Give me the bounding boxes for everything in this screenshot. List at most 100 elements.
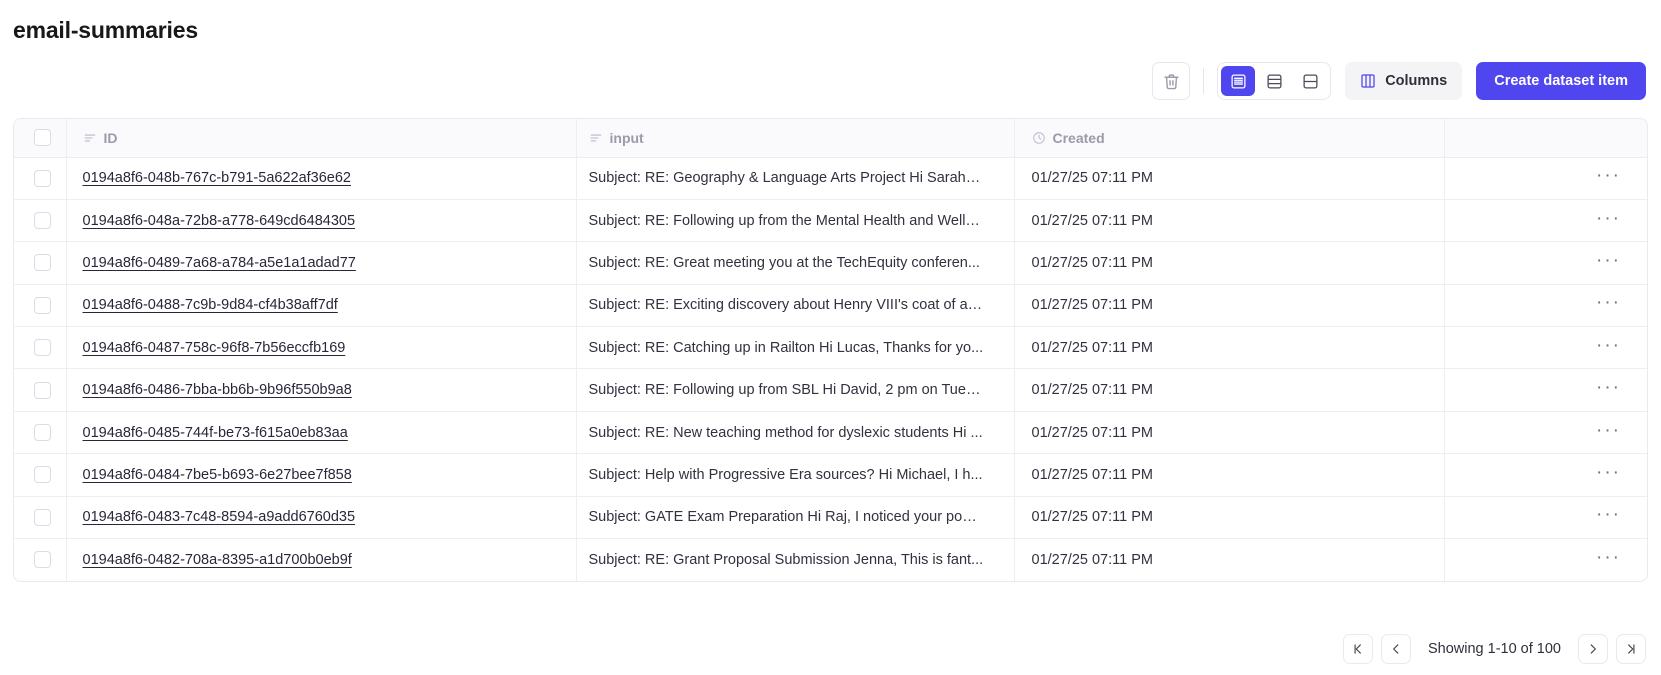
column-header-created[interactable]: Created — [1013, 119, 1444, 158]
row-id-link[interactable]: 0194a8f6-0486-7bba-bb6b-9b96f550b9a8 — [83, 382, 352, 398]
row-checkbox[interactable] — [34, 169, 51, 187]
row-actions-menu-button[interactable]: ··· — [1590, 504, 1627, 530]
row-id-link[interactable]: 0194a8f6-0484-7be5-b693-6e27bee7f858 — [83, 467, 352, 483]
toolbar-divider — [1203, 68, 1205, 94]
row-actions-cell: ··· — [1443, 326, 1647, 369]
table-row[interactable]: 0194a8f6-0485-744f-be73-f615a0eb83aa Subj… — [14, 410, 1647, 454]
text-lines-icon — [83, 131, 97, 145]
row-id-link[interactable]: 0194a8f6-0488-7c9b-9d84-cf4b38aff7df — [83, 297, 338, 313]
table-row[interactable]: 0194a8f6-0487-758c-96f8-7b56eccfb169 Subj… — [14, 326, 1647, 369]
row-id-link[interactable]: 0194a8f6-0489-7a68-a784-a5e1a1adad77 — [83, 255, 356, 271]
select-all-header — [14, 119, 66, 158]
row-checkbox[interactable] — [34, 424, 51, 442]
row-checkbox[interactable] — [34, 508, 51, 526]
row-actions-menu-button[interactable]: ··· — [1590, 250, 1627, 276]
row-height-large-button[interactable] — [1293, 66, 1327, 96]
row-created-text: 01/27/25 07:11 PM — [1031, 297, 1153, 314]
row-id-link[interactable]: 0194a8f6-048a-72b8-a778-649cd6484305 — [83, 213, 356, 229]
row-id-link[interactable]: 0194a8f6-048b-767c-b791-5a622af36e62 — [83, 170, 351, 186]
column-header-created-label: Created — [1052, 129, 1105, 146]
row-input-cell: Subject: Help with Progressive Era sourc… — [575, 453, 1014, 497]
table-row[interactable]: 0194a8f6-0482-708a-8395-a1d700b0eb9f Subj… — [14, 538, 1647, 581]
row-created-text: 01/27/25 07:11 PM — [1031, 382, 1153, 399]
table-row[interactable]: 0194a8f6-0488-7c9b-9d84-cf4b38aff7df Subj… — [14, 283, 1647, 327]
row-actions-menu-button[interactable]: ··· — [1590, 165, 1627, 191]
row-id-cell: 0194a8f6-0488-7c9b-9d84-cf4b38aff7df — [65, 283, 576, 327]
row-actions-cell: ··· — [1443, 495, 1647, 539]
table-row[interactable]: 0194a8f6-0486-7bba-bb6b-9b96f550b9a8 Subj… — [14, 368, 1647, 412]
row-checkbox[interactable] — [34, 254, 51, 272]
rows-large-icon — [1302, 73, 1319, 90]
text-lines-icon — [589, 131, 603, 145]
row-id-cell: 0194a8f6-048a-72b8-a778-649cd6484305 — [65, 198, 576, 242]
row-created-text: 01/27/25 07:11 PM — [1031, 424, 1153, 441]
row-select-cell — [14, 283, 66, 327]
delete-button[interactable] — [1152, 62, 1191, 100]
row-input-text: Subject: RE: Catching up in Railton Hi L… — [588, 339, 984, 356]
row-checkbox[interactable] — [34, 212, 51, 230]
columns-button[interactable]: Columns — [1345, 62, 1463, 100]
column-header-id[interactable]: ID — [65, 119, 576, 158]
create-dataset-item-button[interactable]: Create dataset item — [1476, 62, 1646, 100]
dataset-items-table: ID input Created 0194a8f6-048b-767c-b791… — [13, 118, 1648, 582]
dataset-items-page: email-summaries Columns Create dataset i… — [0, 0, 1661, 675]
last-page-button[interactable] — [1616, 634, 1646, 664]
row-select-cell — [14, 326, 66, 369]
chevron-right-icon — [1586, 642, 1600, 656]
row-input-text: Subject: RE: Great meeting you at the Te… — [588, 254, 980, 271]
table-row[interactable]: 0194a8f6-048b-767c-b791-5a622af36e62 Subj… — [14, 157, 1647, 200]
row-id-cell: 0194a8f6-0487-758c-96f8-7b56eccfb169 — [65, 326, 576, 369]
next-page-button[interactable] — [1578, 634, 1608, 664]
column-header-input[interactable]: input — [575, 119, 1014, 158]
row-actions-menu-button[interactable]: ··· — [1590, 547, 1627, 573]
row-input-text: Subject: RE: New teaching method for dys… — [588, 424, 983, 441]
row-input-text: Subject: RE: Geography & Language Arts P… — [588, 170, 984, 187]
row-id-link[interactable]: 0194a8f6-0483-7c48-8594-a9add6760d35 — [83, 509, 356, 525]
row-checkbox[interactable] — [34, 296, 51, 314]
row-select-cell — [14, 198, 66, 242]
table-row[interactable]: 0194a8f6-0483-7c48-8594-a9add6760d35 Subj… — [14, 495, 1647, 539]
row-id-link[interactable]: 0194a8f6-0482-708a-8395-a1d700b0eb9f — [83, 552, 352, 568]
chevron-left-icon — [1389, 642, 1403, 656]
row-created-cell: 01/27/25 07:11 PM — [1013, 241, 1444, 285]
row-created-cell: 01/27/25 07:11 PM — [1013, 198, 1444, 242]
row-input-text: Subject: RE: Grant Proposal Submission J… — [588, 551, 984, 568]
row-id-cell: 0194a8f6-0485-744f-be73-f615a0eb83aa — [65, 410, 576, 454]
row-actions-cell: ··· — [1443, 368, 1647, 412]
first-page-button[interactable] — [1342, 634, 1373, 664]
pagination-status: Showing 1-10 of 100 — [1427, 641, 1561, 657]
row-input-text: Subject: Help with Progressive Era sourc… — [588, 466, 983, 483]
row-actions-menu-button[interactable]: ··· — [1590, 462, 1627, 488]
columns-icon — [1360, 73, 1376, 89]
row-actions-menu-button[interactable]: ··· — [1590, 335, 1627, 361]
row-actions-menu-button[interactable]: ··· — [1590, 208, 1627, 234]
table-row[interactable]: 0194a8f6-0484-7be5-b693-6e27bee7f858 Subj… — [14, 453, 1647, 497]
table-row[interactable]: 0194a8f6-0489-7a68-a784-a5e1a1adad77 Subj… — [14, 241, 1647, 285]
row-height-small-button[interactable] — [1221, 66, 1256, 96]
row-actions-menu-button[interactable]: ··· — [1590, 420, 1627, 446]
row-input-cell: Subject: RE: Grant Proposal Submission J… — [575, 538, 1014, 581]
row-id-link[interactable]: 0194a8f6-0485-744f-be73-f615a0eb83aa — [83, 425, 348, 441]
row-id-link[interactable]: 0194a8f6-0487-758c-96f8-7b56eccfb169 — [83, 340, 346, 356]
previous-page-button[interactable] — [1380, 634, 1411, 664]
row-created-text: 01/27/25 07:11 PM — [1031, 509, 1153, 526]
clock-icon — [1032, 131, 1046, 145]
row-checkbox[interactable] — [34, 551, 51, 569]
row-input-cell: Subject: RE: Geography & Language Arts P… — [575, 157, 1014, 200]
row-checkbox[interactable] — [34, 466, 51, 484]
row-created-cell: 01/27/25 07:11 PM — [1013, 326, 1444, 369]
row-actions-menu-button[interactable]: ··· — [1590, 377, 1627, 403]
table-toolbar: Columns Create dataset item — [1152, 62, 1646, 100]
row-density-toggle-group — [1217, 62, 1332, 100]
column-header-actions — [1443, 119, 1647, 158]
row-height-medium-button[interactable] — [1257, 66, 1291, 96]
table-row[interactable]: 0194a8f6-048a-72b8-a778-649cd6484305 Subj… — [14, 198, 1647, 242]
row-select-cell — [14, 410, 66, 454]
row-actions-cell: ··· — [1443, 157, 1647, 200]
row-select-cell — [14, 241, 66, 285]
select-all-checkbox[interactable] — [34, 129, 51, 147]
row-checkbox[interactable] — [34, 381, 51, 399]
row-checkbox[interactable] — [34, 339, 51, 357]
row-actions-menu-button[interactable]: ··· — [1590, 292, 1627, 318]
row-input-cell: Subject: RE: Exciting discovery about He… — [575, 283, 1014, 327]
